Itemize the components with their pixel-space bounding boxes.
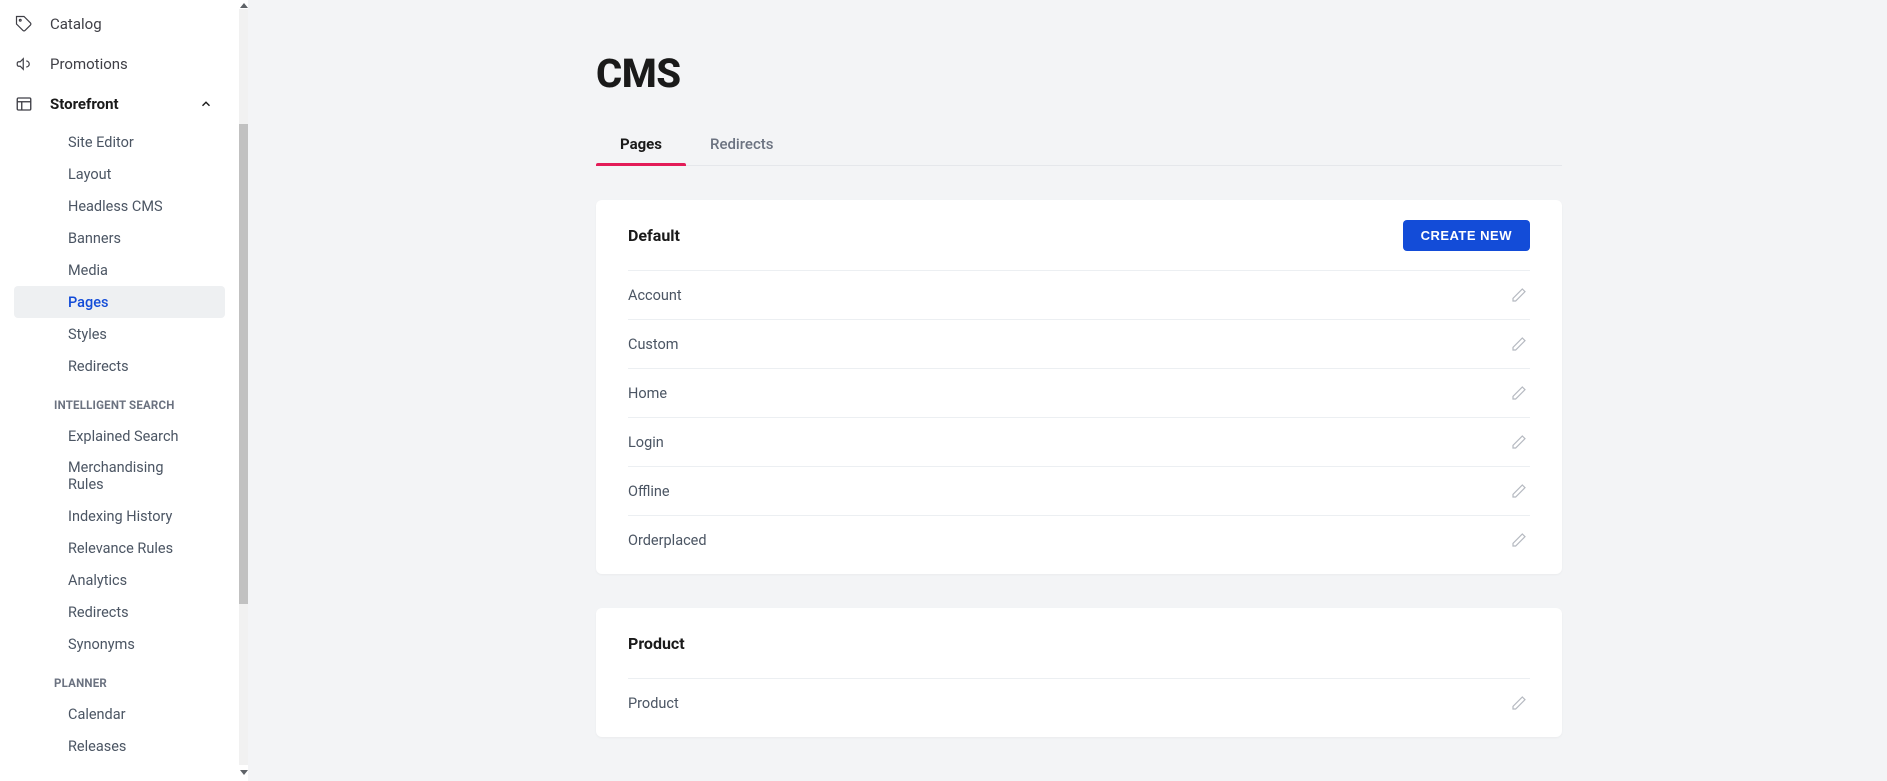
page-title: CMS xyxy=(596,50,1562,97)
scroll-down-button[interactable] xyxy=(239,765,248,777)
sidebar-item-site-editor[interactable]: Site Editor xyxy=(14,126,225,158)
list-row-login[interactable]: Login xyxy=(628,417,1530,466)
list-row-orderplaced[interactable]: Orderplaced xyxy=(628,515,1530,564)
sidebar-item-calendar[interactable]: Calendar xyxy=(14,698,225,730)
storefront-submenu: Site Editor Layout Headless CMS Banners … xyxy=(0,124,239,388)
list-row-account[interactable]: Account xyxy=(628,270,1530,319)
sidebar-item-media[interactable]: Media xyxy=(14,254,225,286)
sidebar-item-pages[interactable]: Pages xyxy=(14,286,225,318)
list-row-custom[interactable]: Custom xyxy=(628,319,1530,368)
sidebar-item-is-redirects[interactable]: Redirects xyxy=(14,596,225,628)
sidebar-item-merchandising-rules[interactable]: Merchandising Rules xyxy=(14,452,225,500)
sidebar-item-analytics[interactable]: Analytics xyxy=(14,564,225,596)
row-label: Offline xyxy=(628,483,670,500)
sidebar-item-synonyms[interactable]: Synonyms xyxy=(14,628,225,660)
create-new-button[interactable]: CREATE NEW xyxy=(1403,220,1530,251)
sidebar-item-layout[interactable]: Layout xyxy=(14,158,225,190)
pencil-icon[interactable] xyxy=(1508,480,1530,502)
megaphone-icon xyxy=(14,54,34,74)
card-product: Product Product xyxy=(596,608,1562,737)
sidebar: Catalog Promotions Storefront Site Edito… xyxy=(0,0,248,781)
card-default: Default CREATE NEW Account Custom Home xyxy=(596,200,1562,574)
scroll-up-button[interactable] xyxy=(239,0,248,9)
sidebar-item-headless-cms[interactable]: Headless CMS xyxy=(14,190,225,222)
card-title-product: Product xyxy=(628,634,685,653)
nav-label: Catalog xyxy=(50,15,102,33)
pencil-icon[interactable] xyxy=(1508,284,1530,306)
sidebar-item-promotions[interactable]: Promotions xyxy=(0,44,239,84)
sidebar-item-storefront[interactable]: Storefront xyxy=(0,84,239,124)
nav-label: Promotions xyxy=(50,55,128,73)
row-label: Login xyxy=(628,434,664,451)
tab-redirects[interactable]: Redirects xyxy=(686,125,798,165)
sidebar-item-banners[interactable]: Banners xyxy=(14,222,225,254)
sidebar-item-explained-search[interactable]: Explained Search xyxy=(14,420,225,452)
row-label: Custom xyxy=(628,336,679,353)
scrollbar-thumb[interactable] xyxy=(239,124,248,604)
pencil-icon[interactable] xyxy=(1508,382,1530,404)
tag-icon xyxy=(14,14,34,34)
sidebar-item-relevance-rules[interactable]: Relevance Rules xyxy=(14,532,225,564)
sidebar-item-redirects[interactable]: Redirects xyxy=(14,350,225,382)
pencil-icon[interactable] xyxy=(1508,692,1530,714)
sidebar-item-styles[interactable]: Styles xyxy=(14,318,225,350)
pencil-icon[interactable] xyxy=(1508,431,1530,453)
row-label: Account xyxy=(628,287,682,304)
sidebar-item-releases[interactable]: Releases xyxy=(14,730,225,762)
sidebar-item-catalog[interactable]: Catalog xyxy=(0,4,239,44)
card-title-default: Default xyxy=(628,226,680,245)
tabs: Pages Redirects xyxy=(596,125,1562,166)
row-label: Orderplaced xyxy=(628,532,707,549)
chevron-up-icon xyxy=(199,97,213,111)
planner-submenu: Calendar Releases xyxy=(0,696,239,768)
pencil-icon[interactable] xyxy=(1508,529,1530,551)
row-label: Home xyxy=(628,385,667,402)
intelligent-search-submenu: Explained Search Merchandising Rules Ind… xyxy=(0,418,239,666)
pencil-icon[interactable] xyxy=(1508,333,1530,355)
list-row-product[interactable]: Product xyxy=(628,678,1530,727)
layout-icon xyxy=(14,94,34,114)
scrollbar-track[interactable] xyxy=(239,9,248,765)
row-label: Product xyxy=(628,695,679,712)
section-header-intelligent-search: INTELLIGENT SEARCH xyxy=(0,388,239,418)
main-content: CMS Pages Redirects Default CREATE NEW A… xyxy=(248,0,1887,781)
list-row-offline[interactable]: Offline xyxy=(628,466,1530,515)
sidebar-item-indexing-history[interactable]: Indexing History xyxy=(14,500,225,532)
section-header-planner: PLANNER xyxy=(0,666,239,696)
nav-label: Storefront xyxy=(50,95,119,113)
tab-pages[interactable]: Pages xyxy=(596,125,686,165)
list-row-home[interactable]: Home xyxy=(628,368,1530,417)
